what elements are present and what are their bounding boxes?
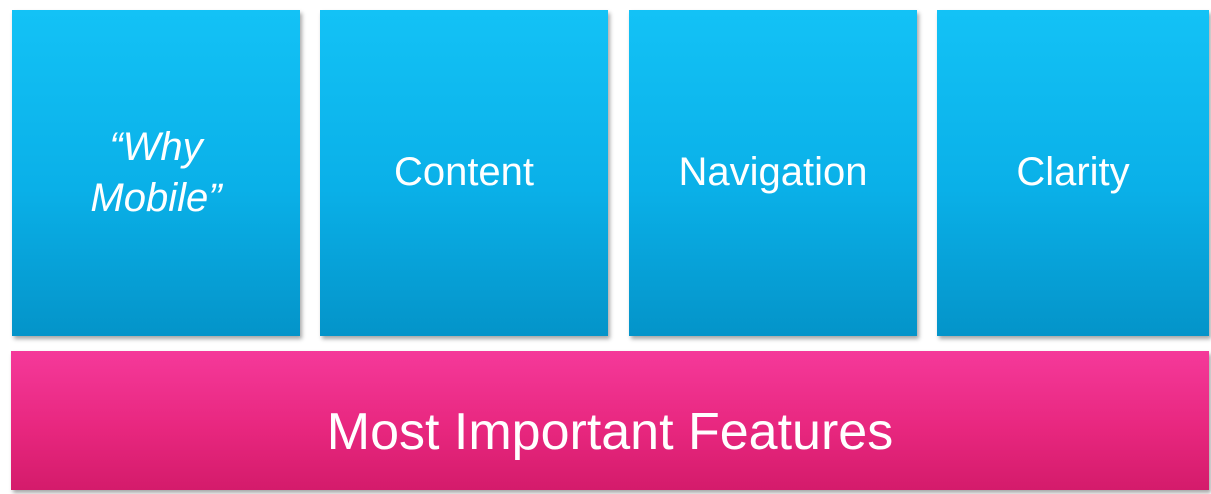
diagram: “Why Mobile” Content Navigation Clarity … [0, 0, 1211, 494]
pillar-why-mobile-line1: “Why [109, 124, 203, 169]
pillar-why-mobile-label: “Why Mobile” [90, 122, 221, 224]
base-most-important-features: Most Important Features [11, 351, 1209, 490]
pillar-content-label: Content [393, 150, 535, 195]
pillar-clarity-label: Clarity [1016, 150, 1130, 195]
pillar-clarity: Clarity [937, 10, 1209, 336]
pillar-navigation: Navigation [629, 10, 917, 336]
pillar-content: Content [320, 10, 608, 336]
pillar-why-mobile-line2: Mobile” [90, 176, 222, 220]
pillar-why-mobile: “Why Mobile” [12, 10, 300, 336]
base-label: Most Important Features [326, 402, 894, 461]
pillar-navigation-label: Navigation [678, 150, 868, 195]
